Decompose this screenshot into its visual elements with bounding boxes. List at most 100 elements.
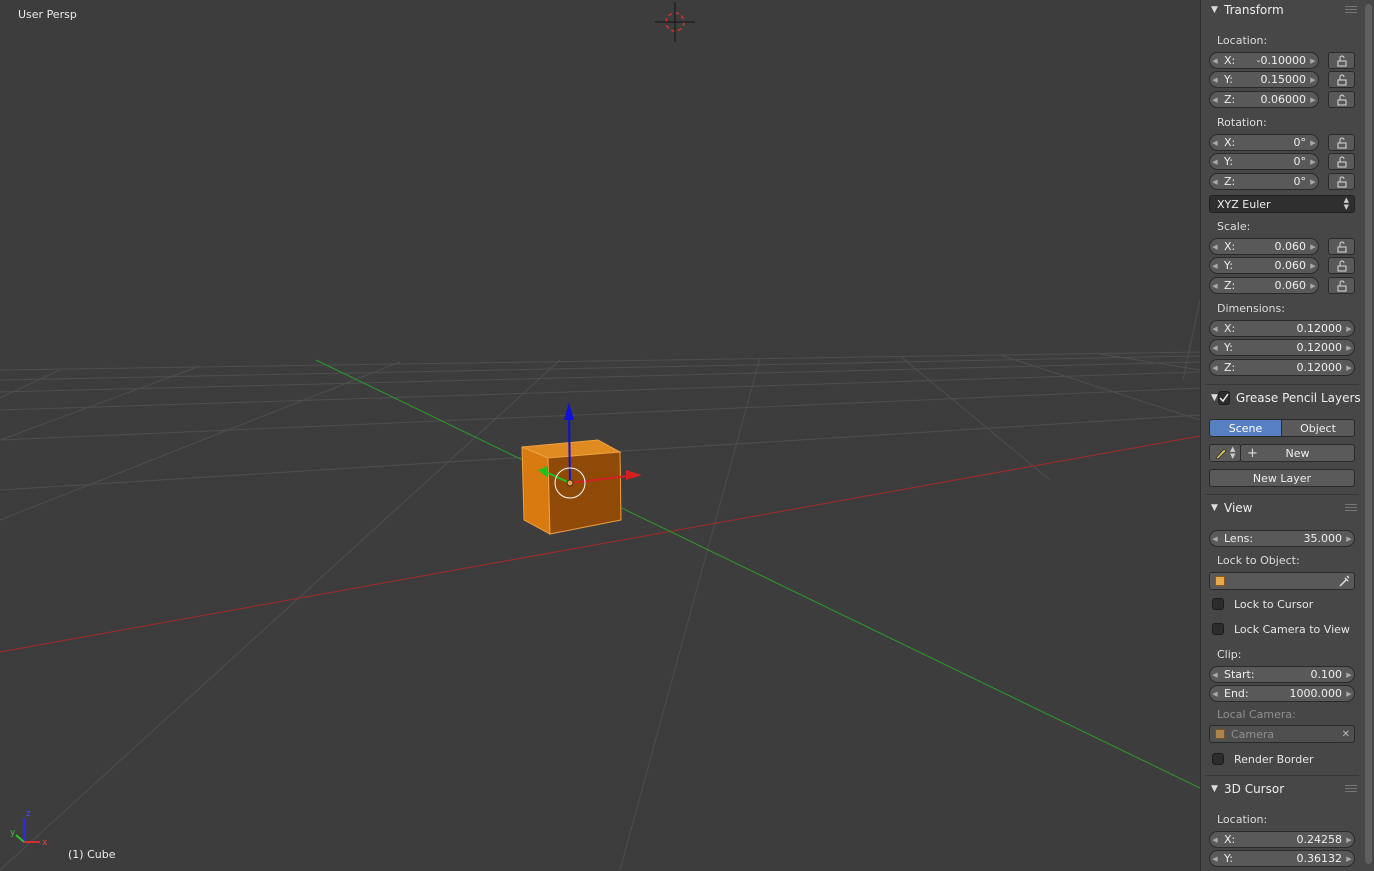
lock-rotation-z-button[interactable] bbox=[1328, 173, 1355, 190]
grease-pencil-enable-checkbox[interactable] bbox=[1217, 391, 1230, 405]
active-object-label: (1) Cube bbox=[68, 848, 116, 861]
drag-grip-icon[interactable] bbox=[1345, 6, 1357, 13]
increment-arrow-icon[interactable]: ▶ bbox=[1344, 690, 1354, 698]
decrement-arrow-icon[interactable]: ◀ bbox=[1210, 671, 1220, 679]
button-label: New bbox=[1285, 446, 1310, 460]
lock-scale-x-button[interactable] bbox=[1328, 238, 1355, 255]
lock-scale-z-button[interactable] bbox=[1328, 277, 1355, 294]
dimensions-y-field[interactable]: ◀ Y: 0.12000 ▶ bbox=[1209, 339, 1355, 356]
increment-arrow-icon[interactable]: ▶ bbox=[1308, 262, 1318, 270]
transform-panel-header[interactable]: ▼ Transform bbox=[1205, 0, 1359, 20]
lock-location-y-button[interactable] bbox=[1328, 71, 1355, 88]
location-x-field[interactable]: ◀ X: -0.10000 ▶ bbox=[1209, 52, 1319, 69]
location-label: Location: bbox=[1217, 34, 1268, 47]
increment-arrow-icon[interactable]: ▶ bbox=[1344, 325, 1354, 333]
new-grease-pencil-button[interactable]: + New bbox=[1240, 444, 1355, 462]
decrement-arrow-icon[interactable]: ◀ bbox=[1210, 96, 1220, 104]
decrement-arrow-icon[interactable]: ◀ bbox=[1210, 282, 1220, 290]
local-camera-field[interactable]: Camera ✕ bbox=[1209, 725, 1355, 743]
field-label: Y: bbox=[1224, 852, 1233, 865]
location-y-field[interactable]: ◀ Y: 0.15000 ▶ bbox=[1209, 71, 1319, 88]
field-label: Z: bbox=[1224, 93, 1236, 106]
lock-location-x-button[interactable] bbox=[1328, 52, 1355, 69]
panel-title: Grease Pencil Layers bbox=[1235, 391, 1361, 405]
increment-arrow-icon[interactable]: ▶ bbox=[1308, 76, 1318, 84]
lock-location-z-button[interactable] bbox=[1328, 91, 1355, 108]
lens-field[interactable]: ◀ Lens: 35.000 ▶ bbox=[1209, 530, 1355, 547]
increment-arrow-icon[interactable]: ▶ bbox=[1308, 282, 1318, 290]
decrement-arrow-icon[interactable]: ◀ bbox=[1210, 690, 1220, 698]
increment-arrow-icon[interactable]: ▶ bbox=[1308, 178, 1318, 186]
y-axis-line bbox=[315, 359, 1200, 789]
camera-object-icon bbox=[1215, 729, 1225, 739]
tab-scene[interactable]: Scene bbox=[1209, 419, 1282, 437]
grease-pencil-panel-header[interactable]: ▼ Grease Pencil Layers bbox=[1205, 388, 1361, 408]
3d-cursor-panel-header[interactable]: ▼ 3D Cursor bbox=[1205, 779, 1359, 799]
decrement-arrow-icon[interactable]: ◀ bbox=[1210, 158, 1220, 166]
grease-pencil-datablock-selector[interactable]: ▲ ▼ bbox=[1209, 444, 1241, 462]
clip-end-field[interactable]: ◀ End: 1000.000 ▶ bbox=[1209, 685, 1355, 702]
cursor-location-x-field[interactable]: ◀ X: 0.24258 ▶ bbox=[1209, 831, 1355, 848]
decrement-arrow-icon[interactable]: ◀ bbox=[1210, 325, 1220, 333]
increment-arrow-icon[interactable]: ▶ bbox=[1344, 836, 1354, 844]
increment-arrow-icon[interactable]: ▶ bbox=[1344, 671, 1354, 679]
increment-arrow-icon[interactable]: ▶ bbox=[1308, 96, 1318, 104]
dimensions-x-field[interactable]: ◀ X: 0.12000 ▶ bbox=[1209, 320, 1355, 337]
decrement-arrow-icon[interactable]: ◀ bbox=[1210, 344, 1220, 352]
location-z-field[interactable]: ◀ Z: 0.06000 ▶ bbox=[1209, 91, 1319, 108]
sidebar-scrollbar[interactable] bbox=[1365, 4, 1372, 864]
lock-rotation-y-button[interactable] bbox=[1328, 153, 1355, 170]
lock-camera-to-view-checkbox[interactable] bbox=[1212, 623, 1224, 635]
drag-grip-icon[interactable] bbox=[1345, 504, 1357, 511]
decrement-arrow-icon[interactable]: ◀ bbox=[1210, 836, 1220, 844]
decrement-arrow-icon[interactable]: ◀ bbox=[1210, 855, 1220, 863]
decrement-arrow-icon[interactable]: ◀ bbox=[1210, 139, 1220, 147]
decrement-arrow-icon[interactable]: ◀ bbox=[1210, 76, 1220, 84]
rotation-y-field[interactable]: ◀ Y: 0° ▶ bbox=[1209, 153, 1319, 170]
field-label: X: bbox=[1224, 322, 1236, 335]
cursor-location-y-field[interactable]: ◀ Y: 0.36132 ▶ bbox=[1209, 850, 1355, 867]
padlock-icon bbox=[1337, 280, 1346, 291]
view-panel-header[interactable]: ▼ View bbox=[1205, 498, 1359, 518]
increment-arrow-icon[interactable]: ▶ bbox=[1308, 57, 1318, 65]
properties-sidebar[interactable]: ▼ Transform Location: ◀ X: -0.10000 ▶ ◀ … bbox=[1200, 0, 1374, 871]
increment-arrow-icon[interactable]: ▶ bbox=[1344, 364, 1354, 372]
rotation-z-field[interactable]: ◀ Z: 0° ▶ bbox=[1209, 173, 1319, 190]
increment-arrow-icon[interactable]: ▶ bbox=[1308, 139, 1318, 147]
gizmo-z-label: z bbox=[26, 809, 31, 819]
dimensions-z-field[interactable]: ◀ Z: 0.12000 ▶ bbox=[1209, 359, 1355, 376]
decrement-arrow-icon[interactable]: ◀ bbox=[1210, 535, 1220, 543]
render-border-checkbox[interactable] bbox=[1212, 753, 1224, 765]
scale-x-field[interactable]: ◀ X: 0.060 ▶ bbox=[1209, 238, 1319, 255]
new-layer-button[interactable]: New Layer bbox=[1209, 469, 1355, 487]
decrement-arrow-icon[interactable]: ◀ bbox=[1210, 262, 1220, 270]
decrement-arrow-icon[interactable]: ◀ bbox=[1210, 57, 1220, 65]
field-label: End: bbox=[1224, 687, 1249, 700]
increment-arrow-icon[interactable]: ▶ bbox=[1344, 344, 1354, 352]
lock-object-field[interactable] bbox=[1209, 572, 1355, 590]
increment-arrow-icon[interactable]: ▶ bbox=[1308, 243, 1318, 251]
clear-x-icon[interactable]: ✕ bbox=[1342, 729, 1350, 740]
selected-cube[interactable] bbox=[521, 439, 622, 535]
3d-cursor-icon[interactable] bbox=[655, 2, 695, 42]
scale-y-field[interactable]: ◀ Y: 0.060 ▶ bbox=[1209, 257, 1319, 274]
drag-grip-icon[interactable] bbox=[1345, 785, 1357, 792]
viewport-scene[interactable]: z x y bbox=[0, 0, 1200, 871]
increment-arrow-icon[interactable]: ▶ bbox=[1308, 158, 1318, 166]
rotation-x-field[interactable]: ◀ X: 0° ▶ bbox=[1209, 134, 1319, 151]
lock-scale-y-button[interactable] bbox=[1328, 257, 1355, 274]
3d-viewport[interactable]: z x y User Persp (1) Cube bbox=[0, 0, 1200, 871]
increment-arrow-icon[interactable]: ▶ bbox=[1344, 535, 1354, 543]
decrement-arrow-icon[interactable]: ◀ bbox=[1210, 243, 1220, 251]
tab-object[interactable]: Object bbox=[1281, 419, 1355, 437]
lock-to-object-label: Lock to Object: bbox=[1217, 554, 1300, 567]
scale-z-field[interactable]: ◀ Z: 0.060 ▶ bbox=[1209, 277, 1319, 294]
decrement-arrow-icon[interactable]: ◀ bbox=[1210, 178, 1220, 186]
clip-start-field[interactable]: ◀ Start: 0.100 ▶ bbox=[1209, 666, 1355, 683]
eyedropper-icon[interactable] bbox=[1338, 575, 1350, 587]
lock-to-cursor-checkbox[interactable] bbox=[1212, 598, 1224, 610]
increment-arrow-icon[interactable]: ▶ bbox=[1344, 855, 1354, 863]
decrement-arrow-icon[interactable]: ◀ bbox=[1210, 364, 1220, 372]
rotation-mode-dropdown[interactable]: XYZ Euler ▲ ▼ bbox=[1209, 195, 1355, 213]
lock-rotation-x-button[interactable] bbox=[1328, 134, 1355, 151]
